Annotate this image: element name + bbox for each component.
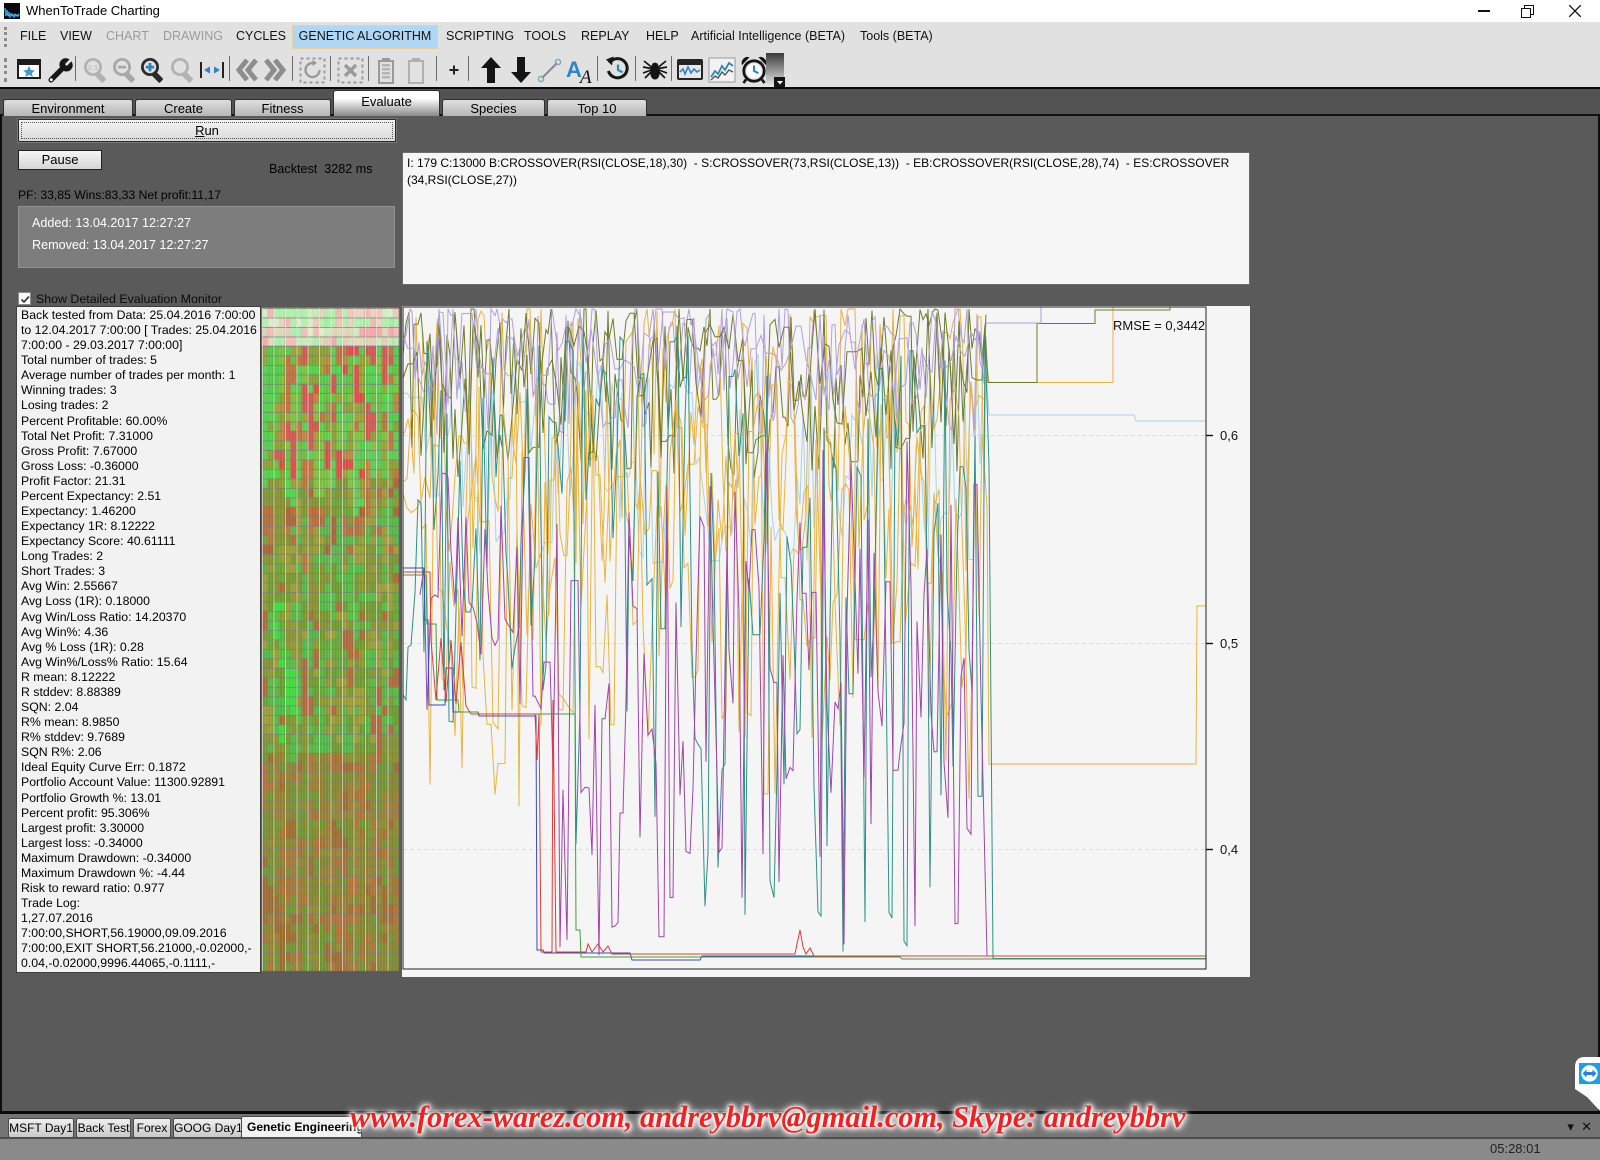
svg-text:0,6: 0,6 [1220, 428, 1238, 443]
svg-text:0,4: 0,4 [1220, 842, 1238, 857]
svg-text:0,5: 0,5 [1220, 636, 1238, 651]
svg-text:RMSE = 0,3442: RMSE = 0,3442 [1113, 318, 1205, 333]
